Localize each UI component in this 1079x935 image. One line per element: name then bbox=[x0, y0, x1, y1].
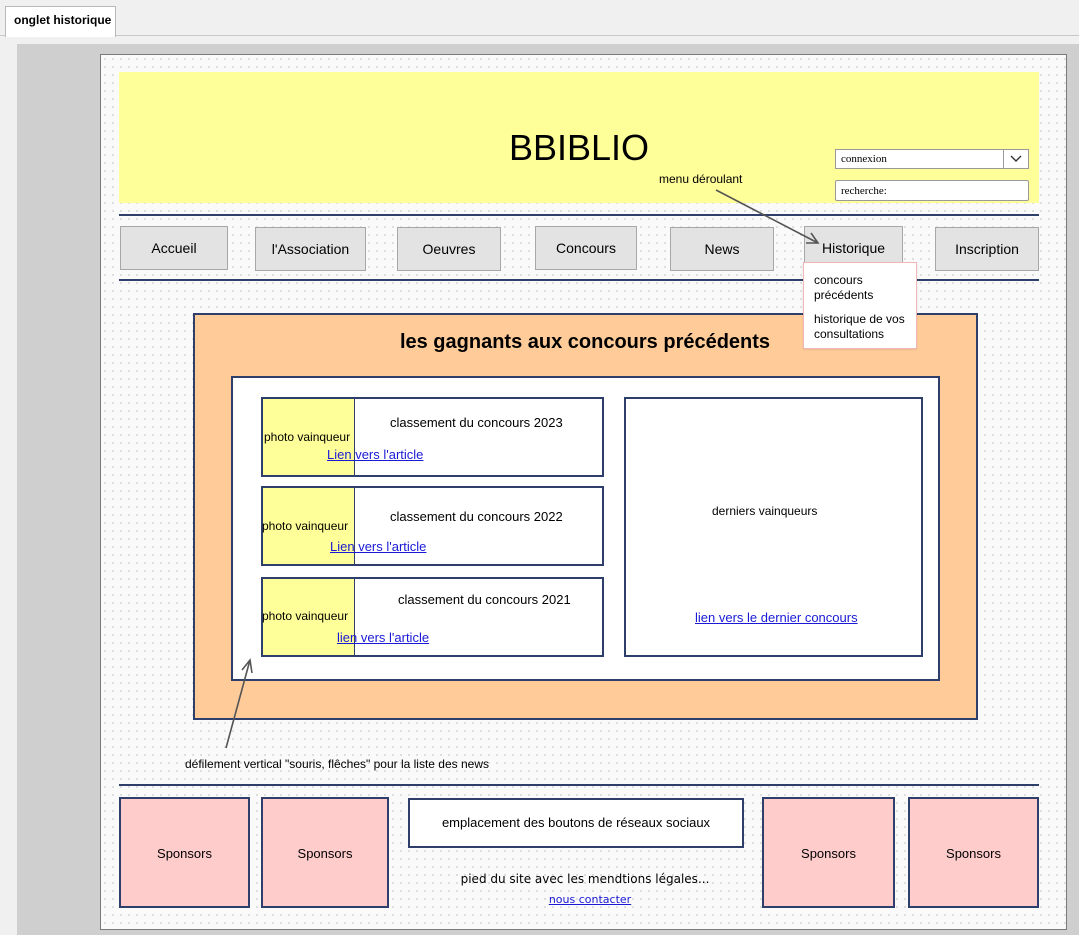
menu-arrow bbox=[715, 189, 819, 244]
scroll-arrow bbox=[225, 659, 251, 749]
annotation-arrows bbox=[225, 189, 820, 749]
